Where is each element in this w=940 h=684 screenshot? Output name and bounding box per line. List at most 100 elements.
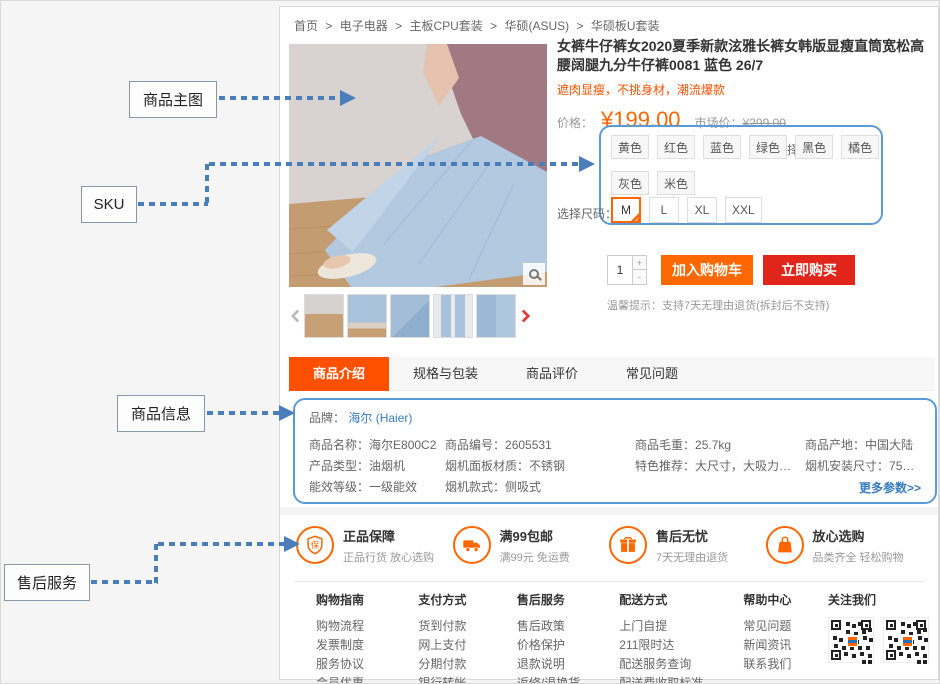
brand-link[interactable]: 海尔 (Haier) — [348, 411, 412, 425]
breadcrumb-category2[interactable]: 主板CPU套装 — [409, 19, 482, 33]
breadcrumb-current: 华硕板U套装 — [591, 19, 660, 33]
color-option-orange[interactable]: 橘色 — [841, 135, 879, 159]
qr-code-weibo — [883, 617, 929, 663]
color-option-yellow[interactable]: 黄色 — [611, 135, 649, 159]
sku-section: 选择系列： 黄色 红色 蓝色 绿色 黑色 橘色 灰色 米色 选择尺码： M L — [557, 125, 935, 225]
annotation-arrow-after-sale-seg1 — [91, 580, 158, 584]
detail-tabbar: 商品介绍 规格与包装 商品评价 常见问题 — [289, 357, 935, 391]
thumbnail-1[interactable] — [304, 294, 344, 338]
more-params-link[interactable]: 更多参数>> — [859, 479, 921, 496]
arrowhead-main-image — [340, 90, 356, 106]
footer-link[interactable]: 货到付款 — [418, 617, 516, 636]
footer-link[interactable]: 发票制度 — [316, 636, 418, 655]
svg-text:保: 保 — [311, 540, 320, 550]
breadcrumb-brand[interactable]: 华硕(ASUS) — [504, 19, 569, 33]
arrowhead-product-info — [279, 405, 295, 421]
shield-badge-icon: 保 — [296, 526, 334, 564]
attr-value: 侧吸式 — [505, 480, 541, 494]
footer-link[interactable]: 联系我们 — [743, 655, 828, 674]
size-option-xxl[interactable]: XXL — [725, 197, 762, 223]
add-to-cart-button[interactable]: 加入购物车 — [661, 255, 753, 285]
footer-link[interactable]: 银行转帐 — [418, 674, 516, 684]
color-option-black[interactable]: 黑色 — [795, 135, 833, 159]
footer-link[interactable]: 退款说明 — [517, 655, 619, 674]
color-option-gray[interactable]: 灰色 — [611, 171, 649, 195]
quantity-decrease-button[interactable]: - — [633, 270, 647, 285]
tab-product-intro[interactable]: 商品介绍 — [289, 357, 389, 391]
service-desc: 品类齐全 轻松购物 — [813, 549, 904, 565]
buy-now-button[interactable]: 立即购买 — [763, 255, 855, 285]
attr-label: 特色推荐： — [635, 459, 695, 473]
service-guarantees: 保 正品保障 正品行货 放心选购 满99包邮 满99元 免运费 — [280, 517, 938, 573]
footer-heading: 帮助中心 — [743, 591, 828, 608]
site-footer: 购物指南 购物流程 发票制度 服务协议 会员优惠 支付方式 货到付款 网上支付 … — [280, 591, 938, 684]
shopping-bag-icon — [766, 526, 804, 564]
attr-label: 商品编号： — [445, 438, 505, 452]
footer-link[interactable]: 服务协议 — [316, 655, 418, 674]
brand-label: 品牌： — [309, 411, 345, 425]
footer-link[interactable]: 返修/退换货 — [517, 674, 619, 684]
thumbnail-2[interactable] — [347, 294, 387, 338]
footer-link[interactable]: 配送费收取标准 — [619, 674, 743, 684]
footer-link[interactable]: 会员优惠 — [316, 674, 418, 684]
annotation-arrow-product-info — [207, 411, 281, 415]
attr-label: 烟机面板材质： — [445, 459, 529, 473]
annotation-main-image-label: 商品主图 — [129, 81, 217, 118]
color-option-beige[interactable]: 米色 — [657, 171, 695, 195]
breadcrumb: 首页 > 电子电器 > 主板CPU套装 > 华硕(ASUS) > 华硕板U套装 — [294, 17, 664, 34]
annotation-arrow-after-sale-seg2 — [154, 544, 158, 584]
footer-link[interactable]: 新闻资讯 — [743, 636, 828, 655]
attr-label: 烟机安装尺寸： — [805, 459, 889, 473]
quantity-input[interactable]: 1 — [607, 255, 633, 285]
thumbs-prev-icon[interactable] — [289, 294, 301, 338]
service-desc: 7天无理由退货 — [656, 549, 728, 565]
breadcrumb-home[interactable]: 首页 — [294, 19, 318, 33]
footer-link[interactable]: 网上支付 — [418, 636, 516, 655]
thumbnail-4[interactable] — [433, 294, 473, 338]
annotation-arrow-sku-seg3 — [209, 162, 581, 166]
footer-link[interactable]: 售后政策 — [517, 617, 619, 636]
color-option-green[interactable]: 绿色 — [749, 135, 787, 159]
tab-spec-packaging[interactable]: 规格与包装 — [389, 357, 502, 391]
breadcrumb-separator: > — [395, 19, 402, 33]
footer-col-follow-us: 关注我们 — [828, 591, 938, 684]
attr-value: 2605531 — [505, 438, 552, 452]
size-option-xl[interactable]: XL — [687, 197, 717, 223]
color-option-red[interactable]: 红色 — [657, 135, 695, 159]
footer-col-delivery: 配送方式 上门自提 211限时达 配送服务查询 配送费收取标准 海外配送 — [619, 591, 743, 684]
tab-reviews[interactable]: 商品评价 — [502, 357, 602, 391]
service-free-shipping: 满99包邮 满99元 免运费 — [453, 517, 610, 573]
footer-link[interactable]: 常见问题 — [743, 617, 828, 636]
attr-value: 25.7kg — [695, 438, 731, 452]
footer-link[interactable]: 211限时达 — [619, 636, 743, 655]
footer-link[interactable]: 上门自提 — [619, 617, 743, 636]
footer-heading: 售后服务 — [517, 591, 619, 608]
product-promo-text: 遮肉显瘦，不挑身材，潮流爆款 — [557, 81, 935, 98]
footer-col-help: 帮助中心 常见问题 新闻资讯 联系我们 — [743, 591, 828, 684]
tab-faq[interactable]: 常见问题 — [602, 357, 702, 391]
footer-heading: 购物指南 — [316, 591, 418, 608]
footer-link[interactable]: 价格保护 — [517, 636, 619, 655]
footer-link[interactable]: 分期付款 — [418, 655, 516, 674]
product-page-panel: 首页 > 电子电器 > 主板CPU套装 > 华硕(ASUS) > 华硕板U套装 — [279, 6, 939, 680]
service-title: 满99包邮 — [500, 526, 570, 545]
service-title: 放心选购 — [813, 526, 904, 545]
annotation-sku-label: SKU — [81, 186, 137, 223]
size-option-l[interactable]: L — [649, 197, 679, 223]
thumbnail-5[interactable] — [476, 294, 516, 338]
quantity-increase-button[interactable]: + — [633, 255, 647, 270]
footer-link[interactable]: 配送服务查询 — [619, 655, 743, 674]
breadcrumb-category1[interactable]: 电子电器 — [340, 19, 388, 33]
attr-label: 商品产地： — [805, 438, 865, 452]
product-info-box: 品牌： 海尔 (Haier) 商品名称：海尔E800C2 商品编号：260553… — [293, 398, 937, 504]
thumbnail-3[interactable] — [390, 294, 430, 338]
magnifier-icon[interactable] — [523, 263, 545, 285]
color-option-blue[interactable]: 蓝色 — [703, 135, 741, 159]
return-policy-tip: 温馨提示：支持7天无理由退货(拆封后不支持) — [607, 297, 829, 313]
service-desc: 正品行货 放心选购 — [343, 549, 434, 565]
attr-value: 不锈钢 — [529, 459, 565, 473]
size-option-m-selected[interactable]: M — [611, 197, 641, 223]
thumbs-next-icon[interactable] — [519, 294, 531, 338]
service-after-sale: 售后无忧 7天无理由退货 — [609, 517, 766, 573]
footer-link[interactable]: 购物流程 — [316, 617, 418, 636]
